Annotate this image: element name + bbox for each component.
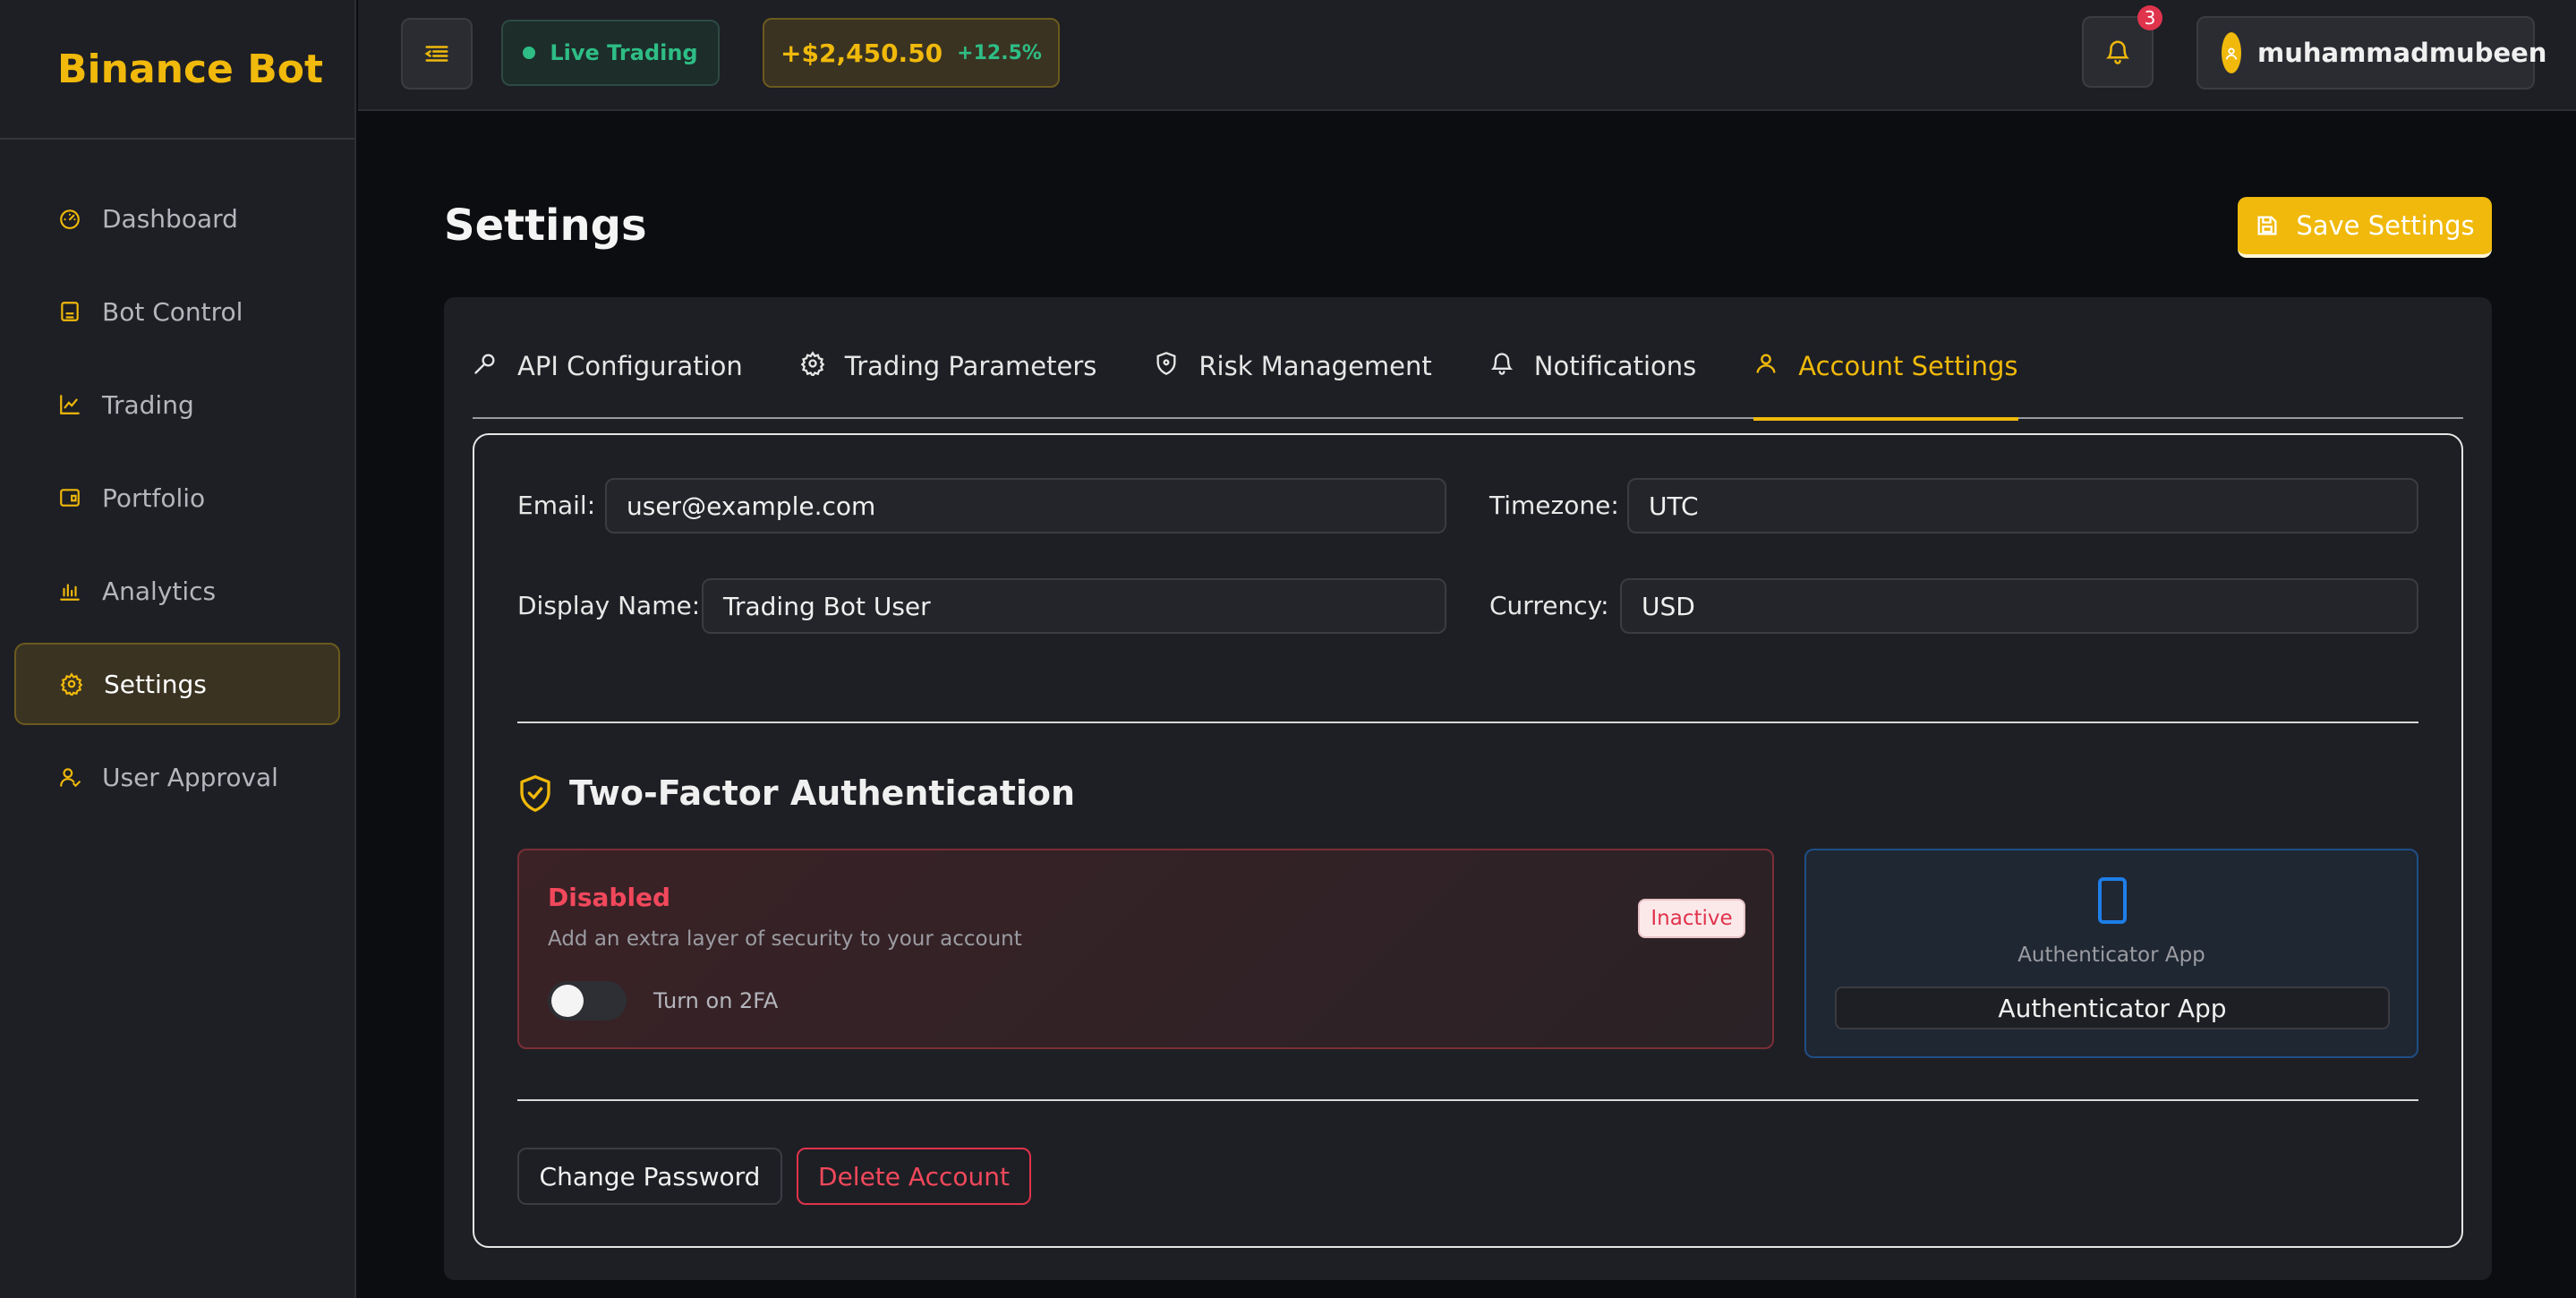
delete-account-button[interactable]: Delete Account (797, 1148, 1031, 1205)
sidebar-item-trading[interactable]: Trading (14, 363, 340, 446)
gear-icon (800, 351, 825, 376)
smartphone-icon (2094, 877, 2130, 924)
currency-label: Currency: (1489, 591, 1609, 620)
two-factor-title: Two-Factor Authentication (569, 773, 1076, 813)
divider (517, 722, 2418, 723)
menu-toggle-button[interactable] (401, 18, 473, 90)
user-menu-button[interactable]: muhammadmubeen (2196, 16, 2546, 90)
save-settings-label: Save Settings (2296, 210, 2475, 241)
authenticator-app-button[interactable]: Authenticator App (1835, 986, 2390, 1029)
settings-tabs: API Configuration Trading Parameters Ris… (473, 347, 2463, 421)
sidebar-item-bot-control[interactable]: Bot Control (14, 270, 340, 353)
email-field[interactable]: user@example.com (605, 478, 1446, 534)
topbar: Live Trading +$2,450.50 +12.5% 3 muhamma… (358, 0, 2576, 111)
sidebar-item-user-approval[interactable]: User Approval (14, 736, 340, 818)
page-title: Settings (444, 201, 647, 251)
sidebar-item-label: Dashboard (102, 203, 238, 234)
live-status-dot (523, 47, 536, 59)
display-name-label: Display Name: (517, 591, 701, 620)
tab-api-configuration[interactable]: API Configuration (473, 347, 743, 419)
tab-account-settings[interactable]: Account Settings (1753, 347, 2018, 421)
sidebar-item-label: Settings (104, 669, 207, 699)
tab-label: Notifications (1533, 351, 1697, 381)
shield-icon (1154, 351, 1179, 376)
divider (517, 1099, 2418, 1101)
tab-label: Risk Management (1198, 351, 1432, 381)
sidebar-item-portfolio[interactable]: Portfolio (14, 457, 340, 539)
username: muhammadmubeen (2257, 38, 2547, 68)
tab-label: API Configuration (517, 351, 743, 381)
live-trading-status[interactable]: Live Trading (501, 20, 720, 86)
avatar (2222, 32, 2241, 73)
settings-panel: API Configuration Trading Parameters Ris… (444, 297, 2492, 1280)
gauge-icon (57, 206, 82, 231)
two-factor-heading: Two-Factor Authentication (517, 773, 1075, 813)
save-settings-button[interactable]: Save Settings (2238, 197, 2492, 258)
tab-risk-management[interactable]: Risk Management (1154, 347, 1432, 419)
notifications-button[interactable]: 3 (2082, 5, 2162, 88)
gear-icon (59, 671, 84, 696)
sidebar: Binance Bot Dashboard Bot Control Tradin… (0, 0, 356, 1298)
user-icon (1753, 351, 1778, 376)
two-factor-toggle-label: Turn on 2FA (653, 988, 779, 1013)
brand-logo[interactable]: Binance Bot (0, 0, 354, 140)
save-icon (2255, 213, 2280, 238)
user-check-icon (57, 764, 82, 790)
tab-trading-parameters[interactable]: Trading Parameters (800, 347, 1097, 419)
two-factor-status-card: Disabled Add an extra layer of security … (517, 849, 1774, 1049)
shield-check-icon (517, 773, 553, 813)
timezone-label: Timezone: (1489, 491, 1619, 520)
menu-collapse-icon (423, 40, 450, 67)
two-factor-status-title: Disabled (548, 883, 671, 912)
sidebar-item-label: Analytics (102, 576, 217, 606)
line-chart-icon (57, 392, 82, 417)
account-settings-content: Email: user@example.com Timezone: UTC Di… (473, 433, 2463, 1248)
bar-chart-icon (57, 578, 82, 603)
sidebar-item-label: Bot Control (102, 296, 243, 327)
wallet-icon (57, 485, 82, 510)
sidebar-nav: Dashboard Bot Control Trading Portfolio … (0, 140, 354, 818)
two-factor-status-subtitle: Add an extra layer of security to your a… (548, 927, 1022, 951)
bell-icon (2104, 38, 2131, 65)
pnl-percent: +12.5% (957, 41, 1042, 64)
notification-count-badge: 3 (2137, 5, 2162, 30)
bot-icon (57, 299, 82, 324)
authenticator-card: Authenticator App Authenticator App (1804, 849, 2418, 1058)
sidebar-item-dashboard[interactable]: Dashboard (14, 177, 340, 260)
sidebar-item-label: Portfolio (102, 482, 206, 513)
live-trading-label: Live Trading (550, 40, 698, 65)
sidebar-item-analytics[interactable]: Analytics (14, 550, 340, 632)
toggle-knob (551, 985, 584, 1017)
sidebar-item-label: User Approval (102, 762, 278, 792)
display-name-field[interactable]: Trading Bot User (702, 578, 1446, 634)
sidebar-item-label: Trading (102, 389, 194, 420)
change-password-button[interactable]: Change Password (517, 1148, 782, 1205)
email-label: Email: (517, 491, 596, 520)
status-badge: Inactive (1638, 899, 1745, 938)
pnl-value: +$2,450.50 (780, 38, 943, 68)
two-factor-toggle[interactable] (548, 981, 627, 1020)
authenticator-label: Authenticator App (2017, 944, 2205, 967)
key-icon (473, 351, 498, 376)
sidebar-item-settings[interactable]: Settings (14, 643, 340, 725)
tab-label: Account Settings (1798, 351, 2018, 381)
pnl-summary[interactable]: +$2,450.50 +12.5% (763, 18, 1060, 88)
tab-label: Trading Parameters (844, 351, 1097, 381)
timezone-select[interactable]: UTC (1627, 478, 2418, 534)
currency-select[interactable]: USD (1620, 578, 2418, 634)
bell-icon (1489, 351, 1514, 376)
tab-notifications[interactable]: Notifications (1489, 347, 1697, 419)
